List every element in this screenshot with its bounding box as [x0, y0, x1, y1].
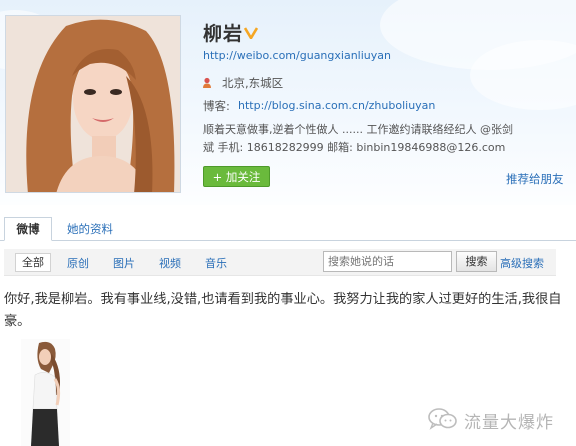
tab-her-profile[interactable]: 她的资料	[67, 221, 113, 237]
watermark-text: 流量大爆炸	[464, 413, 554, 433]
filter-pictures[interactable]: 图片	[113, 255, 135, 271]
profile-name: 柳岩	[203, 23, 244, 45]
avatar-portrait-image	[6, 16, 180, 192]
location-icon	[202, 74, 212, 88]
post-text: 你好,我是柳岩。我有事业线,没错,也请看到我的事业心。我努力让我的家人过更好的生…	[4, 292, 562, 329]
profile-avatar[interactable]	[5, 15, 181, 193]
profile-location: 北京,东城区	[222, 76, 284, 90]
search-her-posts-input[interactable]	[323, 251, 452, 272]
bio-line: 斌 手机: 18618282999 邮箱: binbin19846988@126…	[203, 141, 506, 154]
tab-weibo[interactable]: 微博	[4, 217, 52, 241]
weibo-profile-page: 柳岩 http://weibo.com/guangxianliuyan 北京,东…	[0, 0, 576, 446]
tabs-divider	[0, 240, 576, 241]
filter-music[interactable]: 音乐	[205, 255, 227, 271]
post-photo[interactable]	[21, 339, 70, 446]
verified-badge-icon	[243, 25, 259, 43]
search-button[interactable]: 搜索	[456, 251, 497, 272]
blog-label: 博客:	[203, 99, 230, 113]
post-photo-image	[21, 339, 70, 446]
filter-videos[interactable]: 视频	[159, 255, 181, 271]
bio-line: 顺着天意做事,逆着个性做人 ...... 工作邀约请联络经纪人 @张剑	[203, 123, 513, 136]
filter-all[interactable]: 全部	[15, 253, 51, 272]
wechat-icon	[428, 407, 458, 431]
blog-link[interactable]: http://blog.sina.com.cn/zhuboliuyan	[238, 99, 435, 112]
recommend-to-friends-link[interactable]: 推荐给朋友	[506, 171, 564, 187]
profile-weibo-url[interactable]: http://weibo.com/guangxianliuyan	[203, 49, 391, 62]
advanced-search-link[interactable]: 高级搜索	[500, 255, 544, 271]
follow-button[interactable]: + 加关注	[203, 166, 270, 187]
filter-original[interactable]: 原创	[67, 255, 89, 271]
profile-bio: 顺着天意做事,逆着个性做人 ...... 工作邀约请联络经纪人 @张剑 斌 手机…	[203, 121, 553, 157]
